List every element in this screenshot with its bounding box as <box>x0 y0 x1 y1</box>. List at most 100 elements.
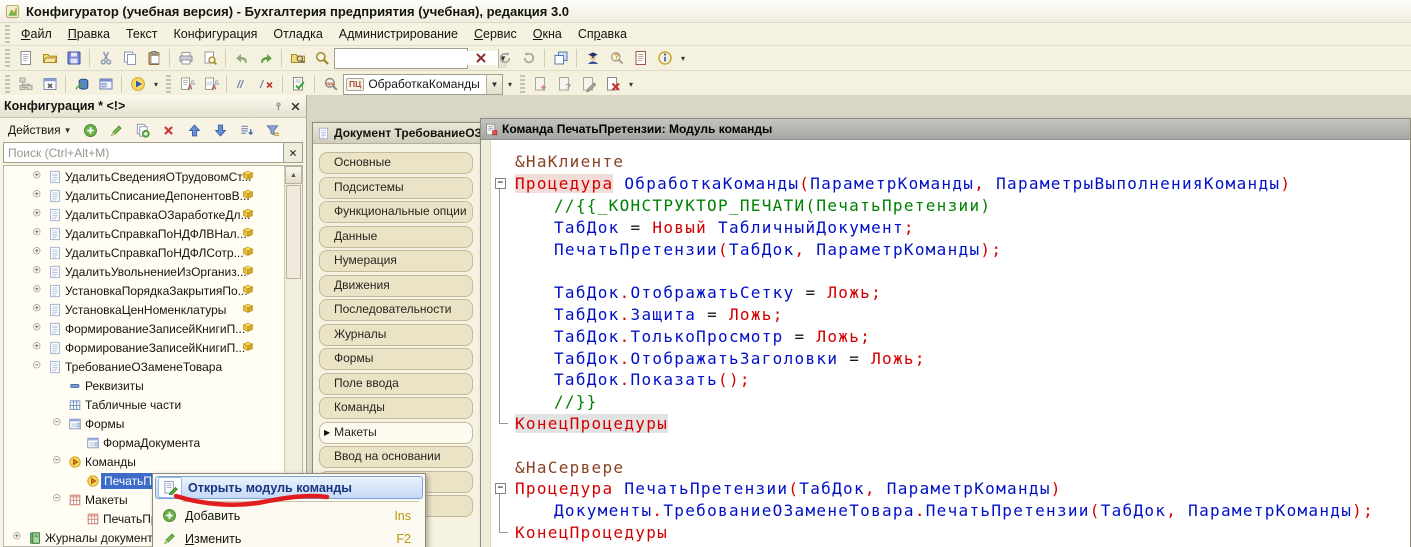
expand-icon[interactable] <box>30 285 46 296</box>
collapse-icon[interactable] <box>50 494 66 505</box>
actions-menu-button[interactable]: Действия ▼ <box>5 121 75 139</box>
expand-icon[interactable] <box>30 342 46 353</box>
copy-add-button[interactable] <box>132 120 153 140</box>
doc-tab[interactable]: Формы <box>319 348 473 370</box>
doc-tab-selected[interactable]: ▶ Макеты <box>319 421 473 444</box>
tree-item[interactable]: ФормированиеЗаписейКнигиП... <box>4 338 284 357</box>
context-help-button[interactable]: ? <box>605 47 628 69</box>
doc-tab[interactable]: Функциональные опции <box>319 201 473 223</box>
windows-copy-button[interactable] <box>549 47 572 69</box>
check-module-button[interactable] <box>287 73 310 95</box>
tree-item[interactable]: Табличные части <box>4 395 284 414</box>
format-selection-button[interactable]: АБ <box>199 73 222 95</box>
comment-lines-button[interactable]: // <box>231 73 254 95</box>
syntax-assistant-button[interactable] <box>581 47 604 69</box>
move-up-button[interactable] <box>184 120 205 140</box>
menu-configuration[interactable]: Конфигурация <box>165 24 265 44</box>
collapse-icon[interactable] <box>50 456 66 467</box>
print-preview-button[interactable] <box>198 47 221 69</box>
cut-button[interactable] <box>94 47 117 69</box>
doc-tab[interactable]: Последовательности <box>319 299 473 321</box>
template-delete-button[interactable] <box>601 73 624 95</box>
toolbar-overflow-chevron-icon[interactable]: ▾ <box>677 54 689 63</box>
tree-item[interactable]: ТребованиеОЗаменеТовара <box>4 357 284 376</box>
tree-item[interactable]: ФормаДокумента <box>4 433 284 452</box>
fold-collapse-icon[interactable]: − <box>491 173 515 195</box>
undo-button[interactable] <box>230 47 253 69</box>
menu-debug[interactable]: Отладка <box>265 24 330 44</box>
toolbar-grip[interactable] <box>520 75 525 93</box>
expand-icon[interactable] <box>30 323 46 334</box>
edit-pencil-button[interactable] <box>106 120 127 140</box>
expand-icon[interactable] <box>30 304 46 315</box>
tree-item[interactable]: Команды <box>4 452 284 471</box>
context-menu-item[interactable]: Добавить Ins <box>155 504 423 527</box>
template-help-button[interactable]: ? <box>553 73 576 95</box>
find-next-button[interactable] <box>493 47 516 69</box>
tree-item[interactable]: УдалитьСписаниеДепонентовВ... <box>4 186 284 205</box>
paste-button[interactable] <box>142 47 165 69</box>
tree-search-input[interactable] <box>3 142 284 163</box>
add-button[interactable] <box>80 120 101 140</box>
filter-button[interactable] <box>262 120 283 140</box>
tree-item[interactable]: УстановкаЦенНоменклатуры <box>4 300 284 319</box>
about-button[interactable] <box>653 47 676 69</box>
menu-administration[interactable]: Администрирование <box>331 24 466 44</box>
doc-tab[interactable]: Ввод на основании <box>319 446 473 468</box>
new-document-button[interactable] <box>14 47 37 69</box>
tree-item[interactable]: УдалитьСправкаОЗаработкеДл... <box>4 205 284 224</box>
quick-search-combobox[interactable]: ▼ <box>334 47 507 69</box>
tree-item[interactable]: УдалитьСправкаПоНДФЛСотр... <box>4 243 284 262</box>
save-button[interactable] <box>62 47 85 69</box>
menu-help[interactable]: Справка <box>570 24 635 44</box>
tree-item[interactable]: Формы <box>4 414 284 433</box>
move-down-button[interactable] <box>210 120 231 140</box>
menu-edit[interactable]: Правка <box>60 24 118 44</box>
procedure-combobox[interactable]: ПЦ ОбработкаКоманды ▼ <box>343 73 503 95</box>
toolbar-overflow-chevron-icon[interactable]: ▾ <box>504 80 516 89</box>
clear-x-button[interactable] <box>469 47 492 69</box>
toolbar-grip[interactable] <box>166 75 171 93</box>
tree-item[interactable]: УстановкаПорядкаЗакрытияПо... <box>4 281 284 300</box>
context-menu-item-selected[interactable]: Открыть модуль команды <box>155 476 423 499</box>
breakpoint-margin[interactable] <box>481 140 491 547</box>
menu-text[interactable]: Текст <box>118 24 165 44</box>
toolbar-overflow-chevron-icon[interactable]: ▾ <box>625 80 637 89</box>
expand-icon[interactable] <box>30 247 46 258</box>
doc-tab[interactable]: Подсистемы <box>319 176 473 199</box>
update-database-button[interactable] <box>70 73 93 95</box>
open-button[interactable] <box>38 47 61 69</box>
collapse-icon[interactable] <box>50 418 66 429</box>
scrollbar-up-arrow[interactable]: ▲ <box>285 166 302 184</box>
doc-tab[interactable]: Данные <box>319 225 473 248</box>
help-contents-button[interactable] <box>629 47 652 69</box>
doc-tab[interactable]: Журналы <box>319 323 473 346</box>
tree-item[interactable]: УдалитьСведенияОТрудовомСт... <box>4 167 284 186</box>
doc-tab[interactable]: Нумерация <box>319 250 473 272</box>
expand-icon[interactable] <box>30 266 46 277</box>
expand-icon[interactable] <box>10 532 26 543</box>
find-in-files-button[interactable] <box>286 47 309 69</box>
expand-icon[interactable] <box>30 228 46 239</box>
close-window-button[interactable] <box>38 73 61 95</box>
redo-button[interactable] <box>254 47 277 69</box>
menu-windows[interactable]: Окна <box>525 24 570 44</box>
expand-icon[interactable] <box>30 171 46 182</box>
fold-collapse-icon[interactable]: − <box>491 478 515 500</box>
copy-button[interactable] <box>118 47 141 69</box>
template-edit-button[interactable] <box>577 73 600 95</box>
expand-icon[interactable] <box>30 209 46 220</box>
combo-dropdown-arrow-icon[interactable]: ▼ <box>486 74 502 94</box>
tree-item[interactable]: ФормированиеЗаписейКнигиП... <box>4 319 284 338</box>
toolbar-grip[interactable] <box>5 49 10 67</box>
code-editor[interactable]: &НаКлиенте − Процедура ОбработкаКоманды(Па… <box>491 140 1410 547</box>
doc-tab[interactable]: Движения <box>319 274 473 297</box>
options-window-button[interactable] <box>94 73 117 95</box>
collapse-icon[interactable] <box>30 361 46 372</box>
search-clear-button[interactable] <box>284 142 303 163</box>
tree-item[interactable]: УдалитьСправкаПоНДФЛВНал... <box>4 224 284 243</box>
sort-order-button[interactable] <box>236 120 257 140</box>
find-button[interactable] <box>310 47 333 69</box>
menu-file[interactable]: Файл <box>13 24 60 44</box>
expand-icon[interactable] <box>30 190 46 201</box>
